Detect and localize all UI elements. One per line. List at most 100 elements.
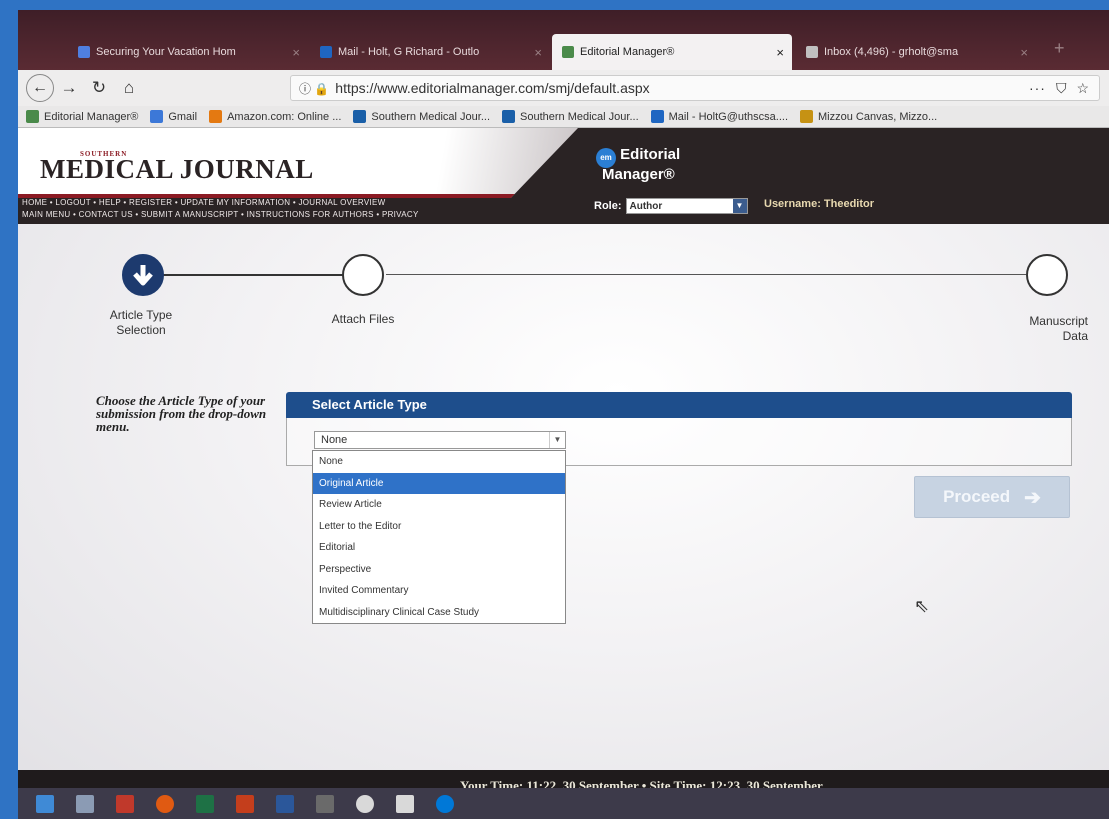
excel-icon[interactable] xyxy=(196,794,214,813)
smj-icon xyxy=(353,110,367,123)
step-label-line: Selection xyxy=(116,323,166,337)
step-label-line: Attach Files xyxy=(331,312,395,326)
calculator-icon[interactable] xyxy=(316,794,334,813)
powerpoint-icon[interactable] xyxy=(236,794,254,813)
file-explorer-icon[interactable] xyxy=(76,794,94,813)
tab-favicon-icon xyxy=(78,46,90,58)
option-letter-to-editor[interactable]: Letter to the Editor xyxy=(313,516,565,538)
instructions-text: Choose the Article Type of your submissi… xyxy=(96,393,267,434)
back-arrow-icon[interactable]: ← xyxy=(26,74,54,102)
star-icon[interactable]: ☆ xyxy=(1076,80,1089,97)
step-article-type xyxy=(122,254,164,296)
tab-label: Mail - Holt, G Richard - Outlo xyxy=(338,46,480,58)
bookmark-mizzou[interactable]: Mizzou Canvas, Mizzo... xyxy=(800,110,937,123)
option-multidisciplinary-case-study[interactable]: Multidisciplinary Clinical Case Study xyxy=(313,602,565,624)
forward-arrow-icon[interactable]: → xyxy=(54,78,84,98)
bookmark-label: Editorial Manager® xyxy=(44,110,139,123)
close-icon[interactable]: × xyxy=(1020,45,1028,60)
tab-label: Inbox (4,496) - grholt@sma xyxy=(824,46,959,58)
reload-icon[interactable]: ↻ xyxy=(84,78,114,98)
option-review-article[interactable]: Review Article xyxy=(313,494,565,516)
tab-vacation[interactable]: Securing Your Vacation Hom × xyxy=(68,34,308,70)
nav-bar: ← → ↻ ⌂ ⓘ 🔒 https://www.editorialmanager… xyxy=(18,70,1109,106)
step-manuscript-data xyxy=(1026,254,1068,296)
option-editorial[interactable]: Editorial xyxy=(313,537,565,559)
new-tab-icon[interactable]: + xyxy=(1054,38,1065,59)
tab-label: Securing Your Vacation Hom xyxy=(96,46,236,58)
browser-window: Securing Your Vacation Hom × Mail - Holt… xyxy=(18,10,1109,819)
edge-icon[interactable] xyxy=(436,794,454,813)
step-connector xyxy=(386,274,1026,275)
chevron-down-icon: ▼ xyxy=(732,199,747,213)
em-logo-line2: Manager® xyxy=(602,166,675,183)
mail-icon xyxy=(806,46,818,58)
panel-title: Select Article Type xyxy=(286,392,1072,418)
close-icon[interactable]: × xyxy=(776,45,784,60)
app-icon[interactable] xyxy=(396,794,414,813)
header-links-row1[interactable]: HOME • LOGOUT • HELP • REGISTER • UPDATE… xyxy=(22,198,386,207)
tab-editorial-manager[interactable]: Editorial Manager® × xyxy=(552,34,792,70)
article-type-select[interactable]: None ▼ xyxy=(314,431,566,449)
bookmark-mail[interactable]: Mail - HoltG@uthscsa.... xyxy=(650,110,789,123)
proceed-button[interactable]: Proceed ➔ xyxy=(914,476,1070,518)
em-favicon-icon xyxy=(26,110,39,123)
bookmark-editorial-manager[interactable]: Editorial Manager® xyxy=(26,110,138,123)
more-icon[interactable]: ··· xyxy=(1029,80,1046,96)
bookmark-label: Mail - HoltG@uthscsa.... xyxy=(668,110,789,123)
word-icon[interactable] xyxy=(276,794,294,813)
arrow-right-icon: ➔ xyxy=(1024,486,1041,509)
pocket-icon[interactable]: ⛉ xyxy=(1056,80,1067,97)
em-favicon-icon xyxy=(562,46,574,58)
bookmark-amazon[interactable]: Amazon.com: Online ... xyxy=(209,110,341,123)
tab-inbox[interactable]: Inbox (4,496) - grholt@sma × xyxy=(796,34,1036,70)
option-none[interactable]: None xyxy=(313,451,565,473)
role-label: Role: xyxy=(594,200,622,212)
option-perspective[interactable]: Perspective xyxy=(313,559,565,581)
step-label-attach-files: Attach Files xyxy=(318,312,408,327)
outlook-icon xyxy=(320,46,332,58)
smj-icon xyxy=(502,110,516,123)
bookmark-label: Amazon.com: Online ... xyxy=(227,110,342,123)
option-invited-commentary[interactable]: Invited Commentary xyxy=(313,580,565,602)
app-icon[interactable] xyxy=(356,794,374,813)
outlook-icon xyxy=(650,110,664,123)
step-label-manuscript-data: Manuscript Data xyxy=(1008,314,1088,344)
step-attach-files xyxy=(342,254,384,296)
em-badge-icon: em xyxy=(596,148,616,168)
google-icon xyxy=(150,110,164,123)
close-icon[interactable]: × xyxy=(534,45,542,60)
firefox-icon[interactable] xyxy=(156,794,174,813)
bookmarks-bar: Editorial Manager® Gmail Amazon.com: Onl… xyxy=(18,106,1109,128)
taskbar xyxy=(18,788,1109,819)
option-original-article[interactable]: Original Article xyxy=(313,472,565,494)
bookmark-smj-1[interactable]: Southern Medical Jour... xyxy=(353,110,490,123)
taskview-icon[interactable] xyxy=(36,794,54,813)
role-dropdown[interactable]: Author ▼ xyxy=(625,198,748,214)
mizzou-icon xyxy=(800,110,814,123)
select-value: None xyxy=(321,434,348,446)
bookmark-label: Gmail xyxy=(168,110,198,123)
header-links-row2[interactable]: MAIN MENU • CONTACT US • SUBMIT A MANUSC… xyxy=(22,210,419,219)
em-logo-line1: Editorial xyxy=(620,146,681,163)
tab-mail[interactable]: Mail - Holt, G Richard - Outlo × xyxy=(310,34,550,70)
bookmark-label: Southern Medical Jour... xyxy=(520,110,639,123)
username-label: Username: Theeditor xyxy=(764,198,875,210)
url-text: https://www.editorialmanager.com/smj/def… xyxy=(335,80,650,96)
journal-logo[interactable]: MEDICAL JOURNAL xyxy=(40,154,314,185)
step-connector xyxy=(162,274,344,276)
mouse-cursor-icon: ⇖ xyxy=(914,596,930,616)
bookmark-label: Mizzou Canvas, Mizzo... xyxy=(818,110,938,123)
step-label-line: Manuscript xyxy=(1029,314,1088,328)
acrobat-icon[interactable] xyxy=(116,794,134,813)
page-content: SOUTHERN MEDICAL JOURNAL HOME • LOGOUT •… xyxy=(18,128,1109,788)
address-bar[interactable]: ⓘ 🔒 https://www.editorialmanager.com/smj… xyxy=(290,75,1100,101)
bookmark-gmail[interactable]: Gmail xyxy=(150,110,197,123)
close-icon[interactable]: × xyxy=(292,45,300,60)
chevron-down-icon: ▼ xyxy=(549,432,565,448)
home-icon[interactable]: ⌂ xyxy=(114,78,144,98)
lock-icon: ⓘ 🔒 xyxy=(299,81,330,96)
role-value: Author xyxy=(629,200,663,212)
step-label-line: Data xyxy=(1062,329,1088,343)
bookmark-smj-2[interactable]: Southern Medical Jour... xyxy=(502,110,639,123)
tab-label: Editorial Manager® xyxy=(580,46,675,58)
